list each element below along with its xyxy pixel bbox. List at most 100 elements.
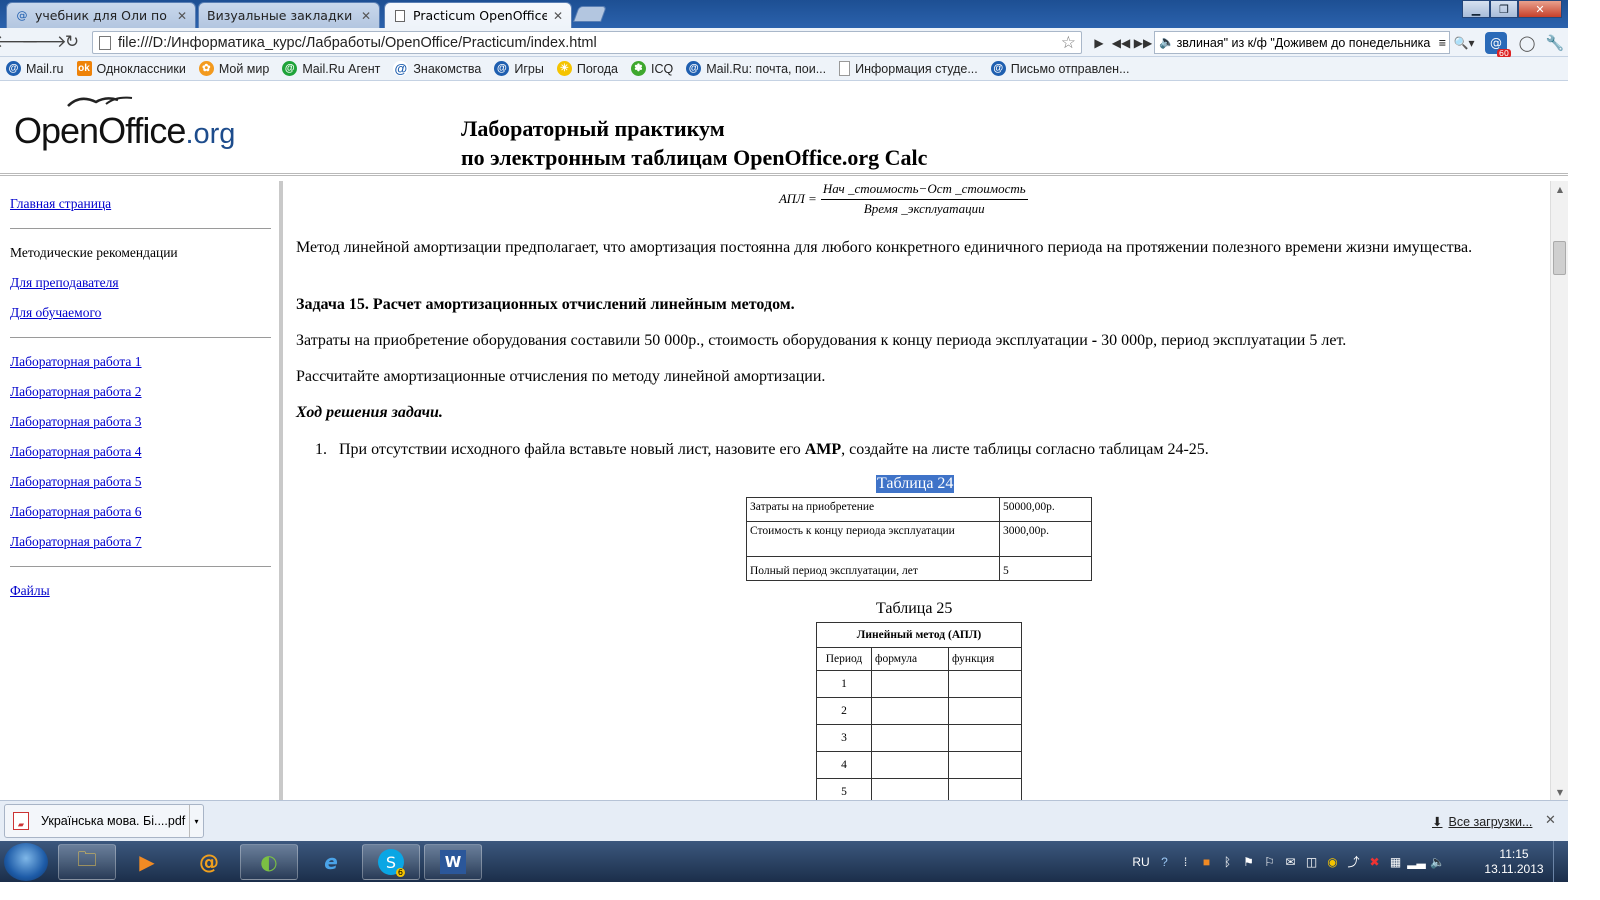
- close-icon[interactable]: ✕: [361, 9, 371, 23]
- fast-forward-icon[interactable]: ▶▶: [1132, 36, 1154, 50]
- ok-icon: ok: [76, 61, 92, 76]
- table-row: 3: [816, 724, 1022, 752]
- table-row: Стоимость к концу периода эксплуатации 3…: [746, 521, 1092, 557]
- bookmark-mailru-mail[interactable]: @ Mail.Ru: почта, пои...: [686, 61, 826, 76]
- empty-cell: [871, 670, 949, 698]
- close-icon[interactable]: ✕: [1545, 813, 1556, 828]
- network-icon[interactable]: ⁞: [1175, 855, 1196, 869]
- nav-lab-2-link[interactable]: Лабораторная работа 2: [10, 384, 279, 400]
- forward-button[interactable]: 🡒: [21, 31, 67, 53]
- page-title-line1: Лабораторный практикум: [461, 116, 725, 141]
- main-content: АПЛ = Нач _стоимость−Ост _стоимость Врем…: [287, 181, 1550, 800]
- speaker-icon: 🔈: [1159, 35, 1175, 49]
- apl-formula: АПЛ = Нач _стоимость−Ост _стоимость Врем…: [779, 181, 1028, 217]
- bookmark-games[interactable]: @ Игры: [494, 61, 544, 76]
- mailru-notifier-icon[interactable]: @ 60: [1485, 32, 1511, 58]
- nav-lab-1-link[interactable]: Лабораторная работа 1: [10, 354, 279, 370]
- bookmark-agent[interactable]: @ Mail.Ru Агент: [282, 61, 380, 76]
- star-icon[interactable]: ☆: [1061, 33, 1081, 53]
- nav-lab-5-link[interactable]: Лабораторная работа 5: [10, 474, 279, 490]
- bookmark-weather[interactable]: ☀ Погода: [556, 61, 618, 76]
- bookmark-icq[interactable]: ✽ ICQ: [631, 61, 673, 76]
- maximize-button[interactable]: ❐: [1490, 0, 1518, 18]
- download-item[interactable]: ▰ Українська мова. Бі....pdf ▾: [4, 804, 204, 838]
- bookmark-odnoklassniki[interactable]: ok Одноклассники: [76, 61, 186, 76]
- minimize-button[interactable]: ▁: [1462, 0, 1490, 18]
- signal-icon[interactable]: ▂▃: [1406, 855, 1427, 869]
- nav-lab-4-link[interactable]: Лабораторная работа 4: [10, 444, 279, 460]
- scroll-thumb[interactable]: [1553, 241, 1566, 275]
- help-icon[interactable]: ?: [1154, 855, 1175, 869]
- browser-taskbar-button[interactable]: ◐: [240, 844, 298, 880]
- rewind-icon[interactable]: ◀◀: [1110, 36, 1132, 50]
- nav-home-link[interactable]: Главная страница: [10, 196, 279, 212]
- column-header: функция: [948, 647, 1022, 671]
- table-cell: Стоимость к концу периода эксплуатации: [746, 521, 1000, 557]
- bookmark-znakomstva[interactable]: @ Знакомства: [393, 61, 481, 76]
- ie-taskbar-button[interactable]: e: [302, 844, 360, 880]
- scroll-up-icon[interactable]: ▲: [1551, 181, 1569, 197]
- reload-button[interactable]: ↻: [60, 31, 84, 53]
- language-indicator[interactable]: RU: [1128, 855, 1154, 869]
- tab-practicum[interactable]: Practicum OpenOffice.org ✕: [384, 2, 572, 28]
- show-desktop-button[interactable]: [1553, 841, 1568, 882]
- nav-files-link[interactable]: Файлы: [10, 583, 279, 599]
- tray-icon[interactable]: ◫: [1301, 855, 1322, 869]
- tray-icon[interactable]: ◉: [1322, 855, 1343, 869]
- system-clock[interactable]: 11:15 13.11.2013: [1484, 847, 1544, 877]
- close-window-button[interactable]: ✕: [1518, 0, 1562, 18]
- search-icon[interactable]: 🔍▾: [1450, 36, 1478, 50]
- mail-tray-icon[interactable]: ✉: [1280, 855, 1301, 869]
- tab-olya-textbook[interactable]: @ учебник для Оли по укра ✕: [6, 2, 196, 28]
- folder-icon: 🗀: [77, 847, 97, 871]
- action-center-icon[interactable]: ⚑: [1238, 855, 1259, 869]
- address-bar[interactable]: file:///D:/Информатика_курс/Лабработы/Op…: [92, 31, 1082, 54]
- nav-lab-6-link[interactable]: Лабораторная работа 6: [10, 504, 279, 520]
- tray-icon[interactable]: ✖: [1364, 855, 1385, 869]
- clock-time: 11:15: [1499, 847, 1529, 861]
- bookmark-letter-sent[interactable]: @ Письмо отправлен...: [990, 61, 1130, 76]
- scroll-down-icon[interactable]: ▼: [1551, 784, 1569, 800]
- bookmark-moimir[interactable]: ✿ Мой мир: [198, 61, 269, 76]
- close-icon[interactable]: ✕: [553, 9, 563, 23]
- close-icon[interactable]: ✕: [177, 9, 187, 23]
- bluetooth-icon[interactable]: ᛒ: [1217, 855, 1238, 869]
- app-tray-icon[interactable]: ■: [1196, 855, 1217, 869]
- clock-date: 13.11.2013: [1484, 862, 1544, 876]
- page-icon: [393, 9, 407, 23]
- media-ticker[interactable]: 🔈 звлиная" из к/ф "Доживем до понедельни…: [1154, 31, 1450, 54]
- extension-icon[interactable]: ◯: [1516, 32, 1538, 54]
- bookmark-mailru[interactable]: @ Mail.ru: [6, 61, 64, 76]
- nav-student-link[interactable]: Для обучаемого: [10, 305, 279, 321]
- table-cell: 3000,00р.: [999, 521, 1092, 557]
- new-tab-button[interactable]: [573, 6, 607, 22]
- play-icon[interactable]: ▶: [1088, 36, 1110, 50]
- nav-teacher-link[interactable]: Для преподавателя: [10, 275, 279, 291]
- tab-visual-bookmarks[interactable]: Визуальные закладки ✕: [198, 2, 380, 28]
- word-taskbar-button[interactable]: W: [424, 844, 482, 880]
- windows-taskbar: 🗀 ▶ @ ◐ e S 6 W RU ? ⁞ ■ ᛒ ⚑ ⚐ ✉ ◫ ◉ ⤴ ✖…: [0, 841, 1568, 882]
- volume-icon[interactable]: 🔈: [1427, 855, 1448, 869]
- mailru-icon: @: [16, 9, 28, 22]
- tray-icon[interactable]: ⤴: [1343, 853, 1364, 870]
- nav-lab-7-link[interactable]: Лабораторная работа 7: [10, 534, 279, 550]
- start-button[interactable]: [4, 843, 48, 881]
- nav-lab-3-link[interactable]: Лабораторная работа 3: [10, 414, 279, 430]
- word-icon: W: [440, 850, 466, 874]
- wrench-icon[interactable]: 🔧: [1544, 32, 1566, 54]
- tray-icon[interactable]: ▦: [1385, 855, 1406, 869]
- chevron-down-icon[interactable]: ▾: [189, 805, 203, 837]
- explorer-taskbar-button[interactable]: 🗀: [58, 844, 116, 880]
- media-taskbar-button[interactable]: ▶: [118, 844, 176, 880]
- mail-agent-taskbar-button[interactable]: @: [180, 844, 238, 880]
- system-tray: RU ? ⁞ ■ ᛒ ⚑ ⚐ ✉ ◫ ◉ ⤴ ✖ ▦ ▂▃ 🔈: [1128, 841, 1448, 882]
- icq-icon: ✽: [631, 61, 646, 76]
- menu-icon[interactable]: ≡: [1436, 36, 1449, 50]
- bookmark-student-info[interactable]: Информация студе...: [839, 61, 978, 76]
- all-downloads-link[interactable]: ⬇ Все загрузки...: [1432, 814, 1532, 830]
- tray-icon[interactable]: ⚐: [1259, 855, 1280, 869]
- vertical-scrollbar[interactable]: ▲ ▼: [1550, 181, 1568, 800]
- skype-taskbar-button[interactable]: S 6: [362, 844, 420, 880]
- openoffice-logo: OpenOffice.org: [14, 96, 235, 152]
- download-bar: ▰ Українська мова. Бі....pdf ▾ ⬇ Все заг…: [0, 800, 1568, 841]
